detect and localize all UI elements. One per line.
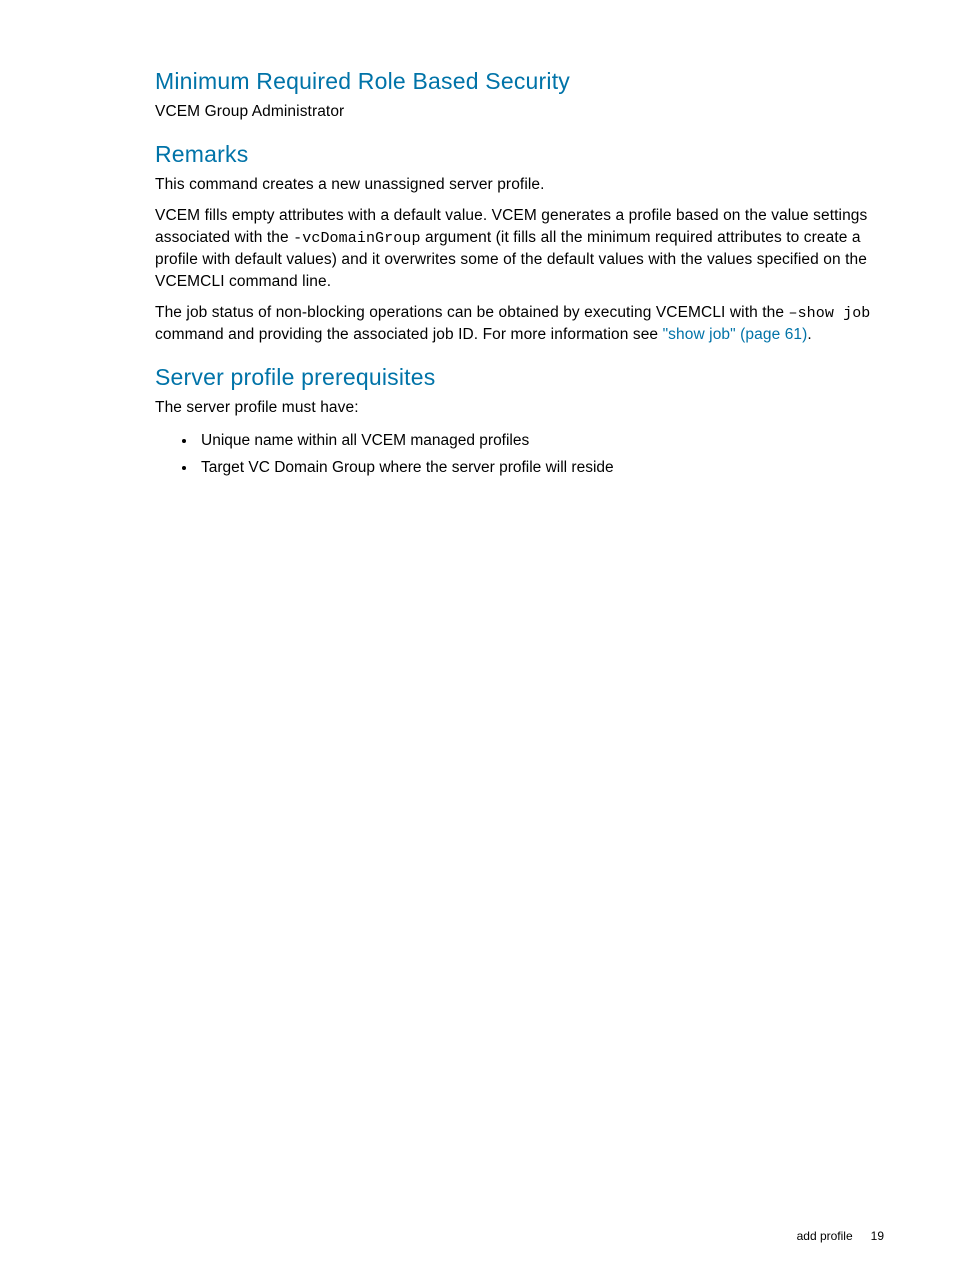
page-content: Minimum Required Role Based Security VCE… [0,0,954,479]
remarks-paragraph-2: VCEM fills empty attributes with a defau… [155,205,884,292]
page-footer: add profile 19 [797,1229,884,1243]
heading-security: Minimum Required Role Based Security [155,68,884,95]
remarks-paragraph-1: This command creates a new unassigned se… [155,174,884,196]
list-item: Unique name within all VCEM managed prof… [197,429,884,452]
code-vcdomaingroup: -vcDomainGroup [293,230,420,247]
heading-prerequisites: Server profile prerequisites [155,364,884,391]
text-fragment: . [807,326,811,343]
prerequisites-list: Unique name within all VCEM managed prof… [155,429,884,480]
heading-remarks: Remarks [155,141,884,168]
link-show-job[interactable]: "show job" (page 61) [663,326,808,343]
code-show-job: –show job [788,305,870,322]
text-fragment: The job status of non-blocking operation… [155,304,788,321]
remarks-paragraph-3: The job status of non-blocking operation… [155,302,884,346]
prerequisites-intro: The server profile must have: [155,397,884,419]
text-fragment: command and providing the associated job… [155,326,663,343]
list-item: Target VC Domain Group where the server … [197,456,884,479]
footer-section-label: add profile [797,1229,853,1243]
footer-page-number: 19 [871,1229,884,1243]
text-security-role: VCEM Group Administrator [155,101,884,123]
